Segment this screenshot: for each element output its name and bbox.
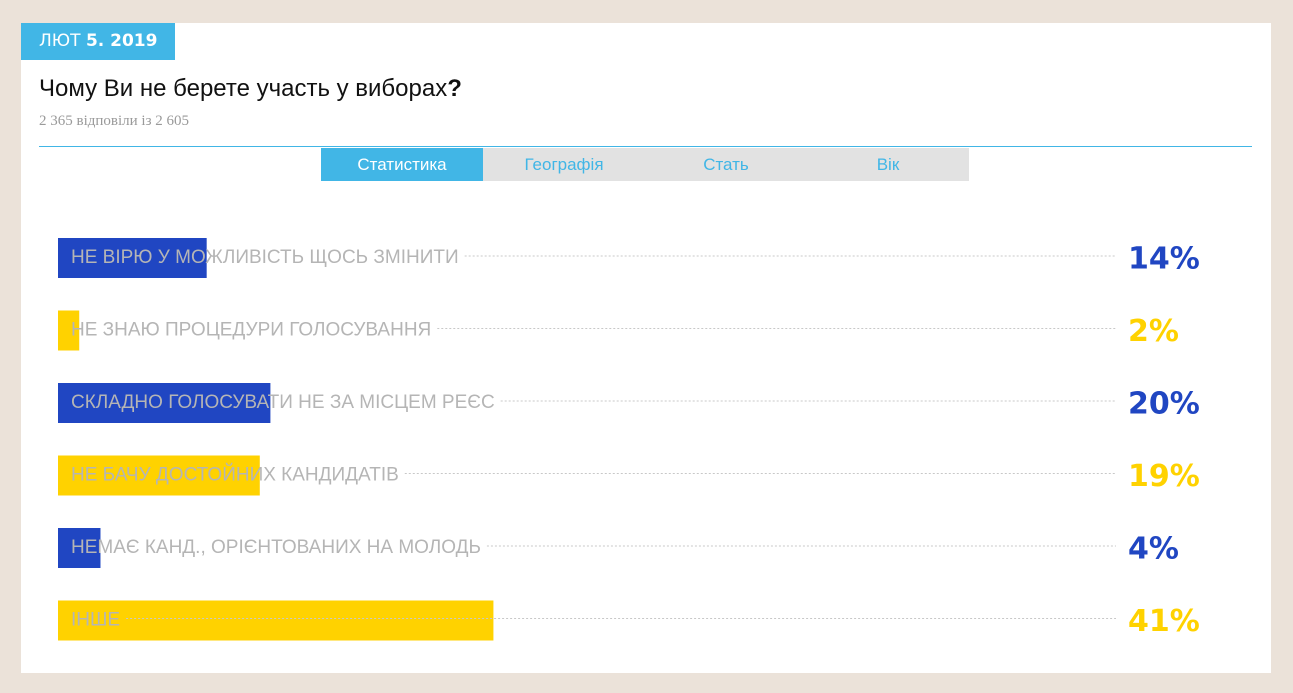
value-label: 41%	[1128, 604, 1200, 639]
poll-card: ЛЮТ 5. 2019 Чому Ви не берете участь у в…	[21, 23, 1271, 673]
bar	[58, 600, 494, 641]
category-label: НЕ БАЧУ ДОСТОЙНИХ КАНДИДАТІВ	[71, 464, 399, 486]
category-label: НЕ ЗНАЮ ПРОЦЕДУРИ ГОЛОСУВАННЯ	[71, 320, 431, 341]
category-label: НЕМАЄ КАНД., ОРІЄНТОВАНИХ НА МОЛОДЬ	[71, 537, 481, 558]
value-label: 4%	[1128, 532, 1179, 567]
value-label: 14%	[1128, 242, 1200, 277]
category-label: СКЛАДНО ГОЛОСУВАТИ НЕ ЗА МІСЦЕМ РЕЄС	[71, 392, 495, 413]
category-label: ІНШЕ	[71, 610, 120, 631]
value-label: 2%	[1128, 314, 1179, 349]
poll-results-chart: НЕ ВІРЮ У МОЖЛИВІСТЬ ЩОСЬ ЗМІНИТИ 14% НЕ З…	[58, 238, 1200, 641]
value-label: 20%	[1128, 387, 1200, 422]
value-label: 19%	[1128, 459, 1200, 494]
category-label: НЕ ВІРЮ У МОЖЛИВІСТЬ ЩОСЬ ЗМІНИТИ	[71, 247, 459, 268]
